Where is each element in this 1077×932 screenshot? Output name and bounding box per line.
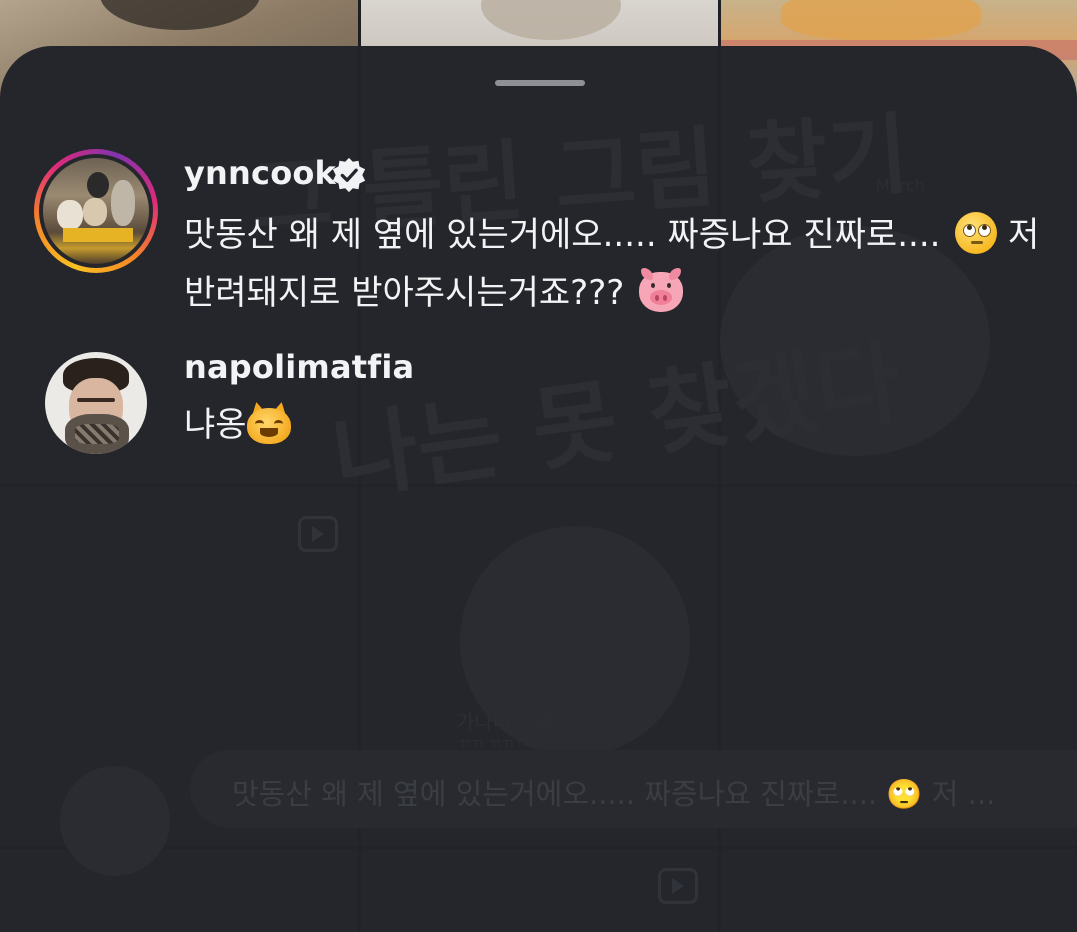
face-with-rolling-eyes-icon: [955, 212, 998, 254]
ghost-label: March: [876, 176, 925, 195]
comment-username[interactable]: ynncook: [184, 154, 336, 192]
story-ring-avatar[interactable]: [34, 149, 158, 273]
avatar: [43, 158, 149, 264]
comment-text: 맛동산 왜 제 옆에 있는거에오..... 짜증나요 진짜로.... 저 반려돼…: [184, 206, 1039, 322]
comments-sheet: 그 틀린 그림 찾기 나는 못 찾겠다 March 가나다아 왜 ㄲㄲ ㄲㄲㄲ …: [0, 46, 1077, 932]
screen: 그 틀린 그림 찾기 나는 못 찾겠다 March 가나다아 왜 ㄲㄲ ㄲㄲㄲ …: [0, 0, 1077, 932]
ghost-watermark-2: 나는 못 찾겠다: [326, 327, 908, 514]
comment-text-line2: 반려돼지로 받아주시는거죠???: [184, 273, 636, 313]
ghost-caption: 가나다아 왜: [456, 710, 555, 734]
reel-icon: [658, 868, 698, 904]
ghost-caption-sub: ㄲㄲ ㄲㄲㄲ: [458, 737, 527, 753]
ghost-comment-preview: 맛동산 왜 제 옆에 있는거에오..... 짜증나요 진짜로.... 🙄 저 .…: [232, 777, 996, 811]
comment-text: 냐옹: [184, 396, 291, 454]
comment-text-line1: 맛동산 왜 제 옆에 있는거에오..... 짜증나요 진짜로....: [184, 215, 952, 255]
comment-text-body: 냐옹: [184, 405, 247, 445]
avatar[interactable]: [45, 352, 147, 454]
pig-face-icon: [639, 268, 684, 312]
verified-badge-icon: [332, 157, 366, 193]
comment-text-line1-tail: 저: [997, 215, 1040, 255]
comment-username[interactable]: napolimatfia: [184, 348, 414, 386]
smiling-cat-face-icon: [246, 400, 291, 444]
drag-handle[interactable]: [495, 80, 585, 86]
reel-icon: [298, 516, 338, 552]
ghosted-background: 그 틀린 그림 찾기 나는 못 찾겠다 March 가나다아 왜 ㄲㄲ ㄲㄲㄲ …: [0, 46, 1077, 932]
ghost-comment-bar: [190, 750, 1077, 828]
